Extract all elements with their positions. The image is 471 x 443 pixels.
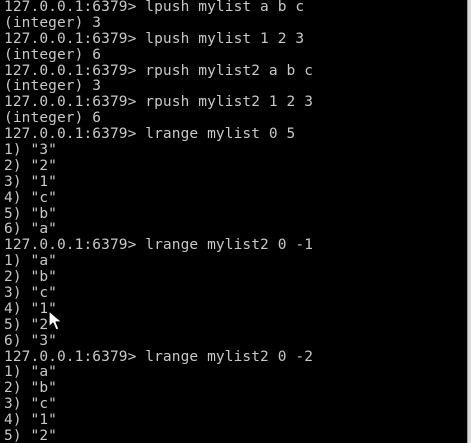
terminal-line: 127.0.0.1:6379> lpush mylist 1 2 3 [4, 31, 305, 47]
window-border [467, 0, 471, 443]
terminal-line: 5) "b" [4, 206, 57, 222]
terminal-line: 4) "1" [4, 301, 57, 317]
terminal-line: 4) "c" [4, 190, 57, 206]
terminal-line: 127.0.0.1:6379> lrange mylist2 0 -2 [4, 349, 314, 365]
terminal-output[interactable]: 127.0.0.1:6379> lpush mylist a b c (integ… [4, 0, 464, 443]
terminal-line: 6) "a" [4, 222, 57, 238]
terminal-line: (integer) 6 [4, 47, 102, 63]
terminal-line: 127.0.0.1:6379> rpush mylist2 a b c [4, 63, 314, 79]
terminal-line: 2) "b" [4, 270, 57, 286]
terminal-line: 1) "3" [4, 143, 57, 159]
terminal-line: 6) "3" [4, 333, 57, 349]
terminal-line: 2) "2" [4, 158, 57, 174]
terminal-line: 3) "1" [4, 174, 57, 190]
mouse-pointer-icon [48, 310, 63, 331]
terminal-line: (integer) 3 [4, 15, 102, 31]
terminal-line: 127.0.0.1:6379> lrange mylist2 0 -1 [4, 238, 314, 254]
terminal-line: 3) "c" [4, 397, 57, 413]
terminal-line: 3) "c" [4, 286, 57, 302]
terminal-line: (integer) 6 [4, 111, 102, 127]
terminal-window[interactable]: 127.0.0.1:6379> lpush mylist a b c (integ… [0, 0, 467, 443]
terminal-line: 1) "a" [4, 365, 57, 381]
terminal-line: 1) "a" [4, 254, 57, 270]
terminal-line: 127.0.0.1:6379> rpush mylist2 1 2 3 [4, 95, 314, 111]
terminal-line: 5) "2" [4, 317, 57, 333]
terminal-line: 4) "1" [4, 413, 57, 429]
terminal-line: 5) "2" [4, 429, 57, 443]
terminal-line: 127.0.0.1:6379> lpush mylist a b c [4, 0, 305, 15]
terminal-line: (integer) 3 [4, 79, 102, 95]
terminal-line: 127.0.0.1:6379> lrange mylist 0 5 [4, 127, 296, 143]
terminal-line: 2) "b" [4, 381, 57, 397]
